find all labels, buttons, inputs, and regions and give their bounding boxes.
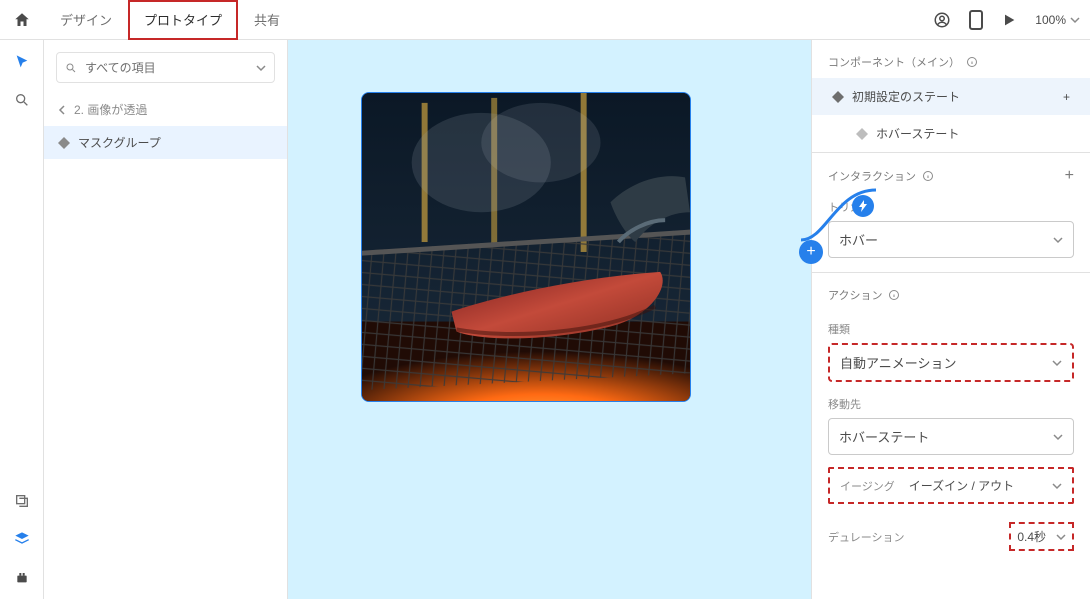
- canvas[interactable]: +: [288, 40, 812, 599]
- info-icon[interactable]: [966, 56, 978, 68]
- layer-search[interactable]: すべての項目: [56, 52, 275, 83]
- trigger-select[interactable]: ホバー: [828, 221, 1074, 258]
- chevron-down-icon: [1053, 235, 1063, 245]
- chevron-down-icon: [256, 63, 266, 73]
- info-icon[interactable]: [922, 170, 934, 182]
- interaction-node[interactable]: [852, 195, 874, 217]
- layer-label: マスクグループ: [78, 134, 161, 151]
- play-icon[interactable]: [1001, 12, 1017, 28]
- search-placeholder: すべての項目: [85, 59, 156, 76]
- plugins-icon[interactable]: [14, 569, 30, 585]
- chevron-down-icon: [1056, 532, 1066, 542]
- device-icon[interactable]: [969, 10, 983, 30]
- easing-label: イージング: [840, 478, 895, 494]
- chevron-down-icon: [1053, 432, 1063, 442]
- library-icon[interactable]: [14, 493, 30, 509]
- add-interaction-button[interactable]: +: [1065, 167, 1074, 185]
- breadcrumb-text: 2. 画像が透過: [74, 101, 147, 118]
- easing-select[interactable]: イージング イーズイン / アウト: [828, 467, 1074, 504]
- action-type-select[interactable]: 自動アニメーション: [828, 343, 1074, 382]
- state-hover[interactable]: ホバーステート: [828, 115, 1074, 152]
- home-button[interactable]: [0, 0, 44, 40]
- tab-prototype[interactable]: プロトタイプ: [128, 0, 238, 40]
- chevron-down-icon: [1052, 481, 1062, 491]
- duration-input[interactable]: 0.4秒: [1009, 522, 1074, 551]
- trigger-value: ホバー: [839, 230, 878, 249]
- action-header: アクション: [828, 287, 1074, 303]
- layers-sidebar: すべての項目 2. 画像が透過 マスクグループ: [44, 40, 288, 599]
- properties-panel: コンポーネント（メイン） 初期設定のステート + ホバーステート インタラクショ…: [812, 40, 1090, 599]
- destination-label: 移動先: [828, 396, 1074, 412]
- state-default[interactable]: 初期設定のステート +: [812, 78, 1090, 115]
- layer-item-mask-group[interactable]: マスクグループ: [44, 126, 287, 159]
- zoom-value: 100%: [1035, 13, 1066, 27]
- add-wire-handle[interactable]: +: [799, 240, 823, 264]
- breadcrumb[interactable]: 2. 画像が透過: [44, 91, 287, 126]
- state-label: ホバーステート: [876, 125, 959, 142]
- artboard-image: [362, 93, 690, 401]
- component-icon: [58, 137, 70, 149]
- chevron-down-icon: [1070, 15, 1080, 25]
- tab-share[interactable]: 共有: [238, 0, 296, 40]
- toolbar-right: 100%: [933, 10, 1090, 30]
- interaction-header: インタラクション +: [828, 167, 1074, 185]
- bolt-icon: [858, 200, 868, 212]
- chevron-left-icon: [58, 105, 66, 115]
- main-area: すべての項目 2. 画像が透過 マスクグループ: [0, 40, 1090, 599]
- info-icon[interactable]: [888, 289, 900, 301]
- tab-design[interactable]: デザイン: [44, 0, 128, 40]
- left-tool-rail: [0, 40, 44, 599]
- select-tool-icon[interactable]: [14, 54, 30, 70]
- search-icon[interactable]: [14, 92, 30, 108]
- top-toolbar: デザイン プロトタイプ 共有 100%: [0, 0, 1090, 40]
- selected-artboard[interactable]: [361, 92, 691, 402]
- search-icon: [65, 62, 77, 74]
- component-icon: [856, 128, 868, 140]
- destination-value: ホバーステート: [839, 427, 929, 446]
- user-icon[interactable]: [933, 11, 951, 29]
- type-label: 種類: [828, 321, 1074, 337]
- layers-icon[interactable]: [14, 531, 30, 547]
- duration-label: デュレーション: [828, 529, 905, 545]
- zoom-control[interactable]: 100%: [1035, 13, 1080, 27]
- destination-select[interactable]: ホバーステート: [828, 418, 1074, 455]
- action-type-value: 自動アニメーション: [840, 353, 956, 372]
- chevron-down-icon: [1052, 358, 1062, 368]
- add-state-button[interactable]: +: [1063, 90, 1070, 104]
- easing-value: イーズイン / アウト: [909, 477, 1038, 494]
- duration-value: 0.4秒: [1017, 528, 1046, 545]
- component-states-header: コンポーネント（メイン）: [828, 54, 1074, 70]
- toolbar-left: デザイン プロトタイプ 共有: [0, 0, 296, 40]
- state-label: 初期設定のステート: [852, 88, 960, 105]
- component-icon: [832, 91, 844, 103]
- home-icon: [13, 11, 31, 29]
